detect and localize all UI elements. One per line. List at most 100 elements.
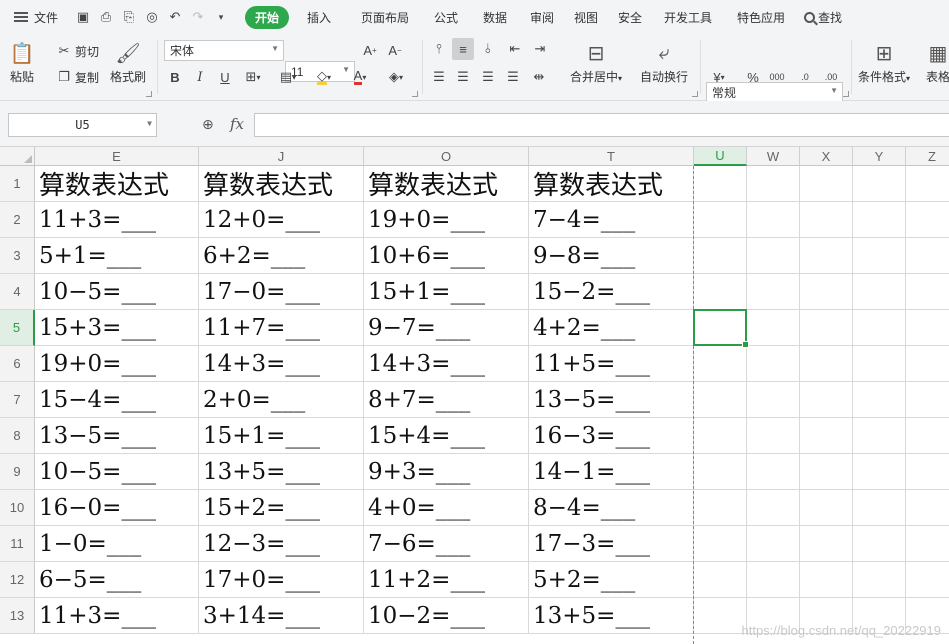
cell-u13[interactable] bbox=[694, 598, 747, 634]
print-setup-icon[interactable]: ⎙ bbox=[99, 9, 113, 24]
cell-x6[interactable] bbox=[800, 346, 853, 382]
row-header-6[interactable]: 6 bbox=[0, 346, 35, 382]
name-box[interactable]: U5 ▼ bbox=[8, 113, 157, 137]
cell-w11[interactable] bbox=[747, 526, 800, 562]
column-header-o[interactable]: O bbox=[364, 147, 529, 166]
increase-font-icon[interactable]: A + bbox=[359, 39, 381, 61]
cell-j4[interactable]: 17−0=___ bbox=[199, 274, 364, 310]
select-all-corner[interactable] bbox=[0, 147, 35, 166]
file-menu-button[interactable]: 文件 bbox=[0, 0, 66, 34]
cell-y3[interactable] bbox=[853, 238, 906, 274]
cell-z9[interactable] bbox=[906, 454, 949, 490]
cell-w9[interactable] bbox=[747, 454, 800, 490]
cut-button[interactable]: ✂ 剪切 bbox=[56, 41, 99, 61]
cell-t12[interactable]: 5+2=___ bbox=[529, 562, 694, 598]
cell-t6[interactable]: 11+5=___ bbox=[529, 346, 694, 382]
table-style-button[interactable]: ▦ 表格 bbox=[926, 40, 949, 85]
paste-button[interactable]: 📋 粘贴 bbox=[10, 40, 35, 85]
cell-x3[interactable] bbox=[800, 238, 853, 274]
increase-decimal-icon[interactable]: .0 bbox=[794, 66, 816, 88]
currency-icon[interactable]: ¥ ▾ bbox=[708, 66, 730, 88]
cell-y1[interactable] bbox=[853, 166, 906, 202]
row-header-5[interactable]: 5 bbox=[0, 310, 35, 346]
quick-access-dropdown-icon[interactable]: ▾ bbox=[214, 10, 228, 24]
cell-e12[interactable]: 6−5=___ bbox=[35, 562, 199, 598]
tab-7[interactable]: 安全 bbox=[608, 0, 652, 34]
cell-z2[interactable] bbox=[906, 202, 949, 238]
cell-x1[interactable] bbox=[800, 166, 853, 202]
cell-o2[interactable]: 19+0=___ bbox=[364, 202, 529, 238]
cell-z10[interactable] bbox=[906, 490, 949, 526]
cell-z7[interactable] bbox=[906, 382, 949, 418]
cell-u4[interactable] bbox=[694, 274, 747, 310]
cell-x8[interactable] bbox=[800, 418, 853, 454]
cell-t10[interactable]: 8−4=___ bbox=[529, 490, 694, 526]
cell-u6[interactable] bbox=[694, 346, 747, 382]
row-header-11[interactable]: 11 bbox=[0, 526, 35, 562]
cell-j9[interactable]: 13+5=___ bbox=[199, 454, 364, 490]
tab-4[interactable]: 数据 bbox=[470, 0, 520, 34]
tab-6[interactable]: 视图 bbox=[564, 0, 608, 34]
cell-w6[interactable] bbox=[747, 346, 800, 382]
cell-j10[interactable]: 15+2=___ bbox=[199, 490, 364, 526]
cell-o3[interactable]: 10+6=___ bbox=[364, 238, 529, 274]
cell-t8[interactable]: 16−3=___ bbox=[529, 418, 694, 454]
column-header-y[interactable]: Y bbox=[853, 147, 906, 166]
decrease-font-icon[interactable]: A − bbox=[384, 39, 406, 61]
alignment-group-launcher[interactable] bbox=[692, 91, 698, 97]
cell-o8[interactable]: 15+4=___ bbox=[364, 418, 529, 454]
cell-j12[interactable]: 17+0=___ bbox=[199, 562, 364, 598]
row-header-7[interactable]: 7 bbox=[0, 382, 35, 418]
borders-icon[interactable]: ⊞ ▾ bbox=[242, 66, 264, 88]
fill-color-icon[interactable]: ◇ ▾ bbox=[313, 66, 335, 88]
cell-e7[interactable]: 15−4=___ bbox=[35, 382, 199, 418]
cell-y7[interactable] bbox=[853, 382, 906, 418]
cell-o11[interactable]: 7−6=___ bbox=[364, 526, 529, 562]
cell-y2[interactable] bbox=[853, 202, 906, 238]
cell-t13[interactable]: 13+5=___ bbox=[529, 598, 694, 634]
zoom-icon[interactable]: ⊕ bbox=[202, 116, 214, 133]
cell-j13[interactable]: 3+14=___ bbox=[199, 598, 364, 634]
formula-input[interactable] bbox=[254, 113, 949, 137]
cell-y4[interactable] bbox=[853, 274, 906, 310]
column-header-z[interactable]: Z bbox=[906, 147, 949, 166]
cell-o10[interactable]: 4+0=___ bbox=[364, 490, 529, 526]
cell-t2[interactable]: 7−4=___ bbox=[529, 202, 694, 238]
cell-o4[interactable]: 15+1=___ bbox=[364, 274, 529, 310]
clear-format-icon[interactable]: ◈ ▾ bbox=[385, 66, 407, 88]
row-header-9[interactable]: 9 bbox=[0, 454, 35, 490]
cell-w12[interactable] bbox=[747, 562, 800, 598]
row-header-12[interactable]: 12 bbox=[0, 562, 35, 598]
cell-w3[interactable] bbox=[747, 238, 800, 274]
cell-o5[interactable]: 9−7=___ bbox=[364, 310, 529, 346]
cell-e4[interactable]: 10−5=___ bbox=[35, 274, 199, 310]
row-header-3[interactable]: 3 bbox=[0, 238, 35, 274]
cell-e5[interactable]: 15+3=___ bbox=[35, 310, 199, 346]
cell-o6[interactable]: 14+3=___ bbox=[364, 346, 529, 382]
cell-u8[interactable] bbox=[694, 418, 747, 454]
align-center-icon[interactable]: ☰ bbox=[452, 66, 474, 88]
align-left-icon[interactable]: ☰ bbox=[428, 66, 450, 88]
align-right-icon[interactable]: ☰ bbox=[477, 66, 499, 88]
cell-z6[interactable] bbox=[906, 346, 949, 382]
search-button[interactable]: 查找 bbox=[804, 0, 842, 34]
tab-8[interactable]: 开发工具 bbox=[652, 0, 724, 34]
cell-z12[interactable] bbox=[906, 562, 949, 598]
clipboard-group-launcher[interactable] bbox=[146, 91, 152, 97]
save-icon[interactable]: ▣ bbox=[76, 9, 90, 24]
cell-w10[interactable] bbox=[747, 490, 800, 526]
tab-5[interactable]: 审阅 bbox=[520, 0, 564, 34]
cell-z3[interactable] bbox=[906, 238, 949, 274]
row-header-4[interactable]: 4 bbox=[0, 274, 35, 310]
cell-u3[interactable] bbox=[694, 238, 747, 274]
align-middle-icon[interactable]: ≡ bbox=[452, 38, 474, 60]
cell-o13[interactable]: 10−2=___ bbox=[364, 598, 529, 634]
row-header-13[interactable]: 13 bbox=[0, 598, 35, 634]
tab-3[interactable]: 公式 bbox=[422, 0, 470, 34]
cell-y11[interactable] bbox=[853, 526, 906, 562]
cell-y12[interactable] bbox=[853, 562, 906, 598]
underline-icon[interactable]: U bbox=[214, 66, 236, 88]
font-color-icon[interactable]: A ▾ bbox=[349, 66, 371, 88]
percent-icon[interactable]: % bbox=[742, 66, 764, 88]
cell-t3[interactable]: 9−8=___ bbox=[529, 238, 694, 274]
